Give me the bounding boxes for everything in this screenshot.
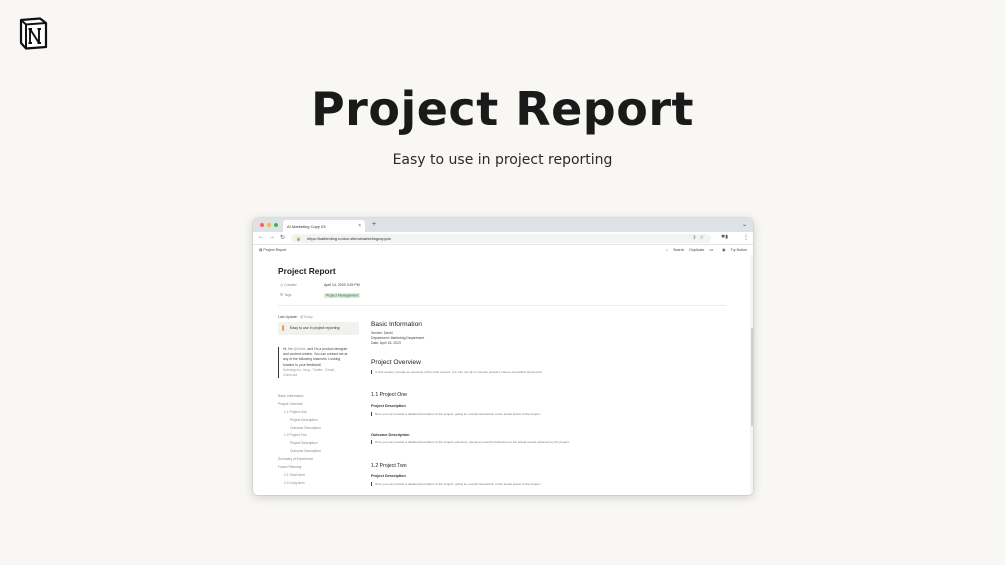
breadcrumb[interactable]: ▤ Project Report xyxy=(259,248,286,252)
tab-search-icon[interactable]: ⌄ xyxy=(742,221,747,228)
last-update-date[interactable]: @Today xyxy=(300,315,313,319)
author-mention[interactable]: @Kaibe xyxy=(293,347,305,351)
hero-title: Project Report xyxy=(310,82,695,136)
property-created: ◷ Created April 14, 2023 3:29 PM xyxy=(280,283,360,287)
reload-icon[interactable]: ↻ xyxy=(280,234,285,241)
tag-badge[interactable]: Project Management xyxy=(324,292,361,298)
search-icon: ⌕ xyxy=(665,248,668,252)
heading-project-two-description: Project Description xyxy=(371,474,406,478)
toc-item[interactable]: Project Overview xyxy=(278,402,321,410)
tab-close-icon[interactable]: × xyxy=(358,223,361,229)
notion-logo-icon xyxy=(19,17,48,50)
heading-project-overview: Project Overview xyxy=(371,359,421,366)
hero-subtitle: Easy to use in project reporting xyxy=(392,152,613,168)
toc-item[interactable]: 1.2 Project Two xyxy=(278,433,321,441)
toc-item[interactable]: 2.1 Short-term xyxy=(278,473,321,481)
heading-basic-information: Basic Information xyxy=(371,321,422,328)
page-title: Project Report xyxy=(278,266,336,276)
toc-item[interactable]: Basic Information xyxy=(278,394,321,402)
forward-icon[interactable]: → xyxy=(269,234,275,240)
heading-project-description: Project Description xyxy=(371,404,406,408)
heading-project-two: 1.2 Project Two xyxy=(371,463,407,469)
window-maximize-button[interactable] xyxy=(274,223,278,227)
notion-page: Project Report ◷ Created April 14, 2023 … xyxy=(253,255,753,495)
project-one-description-quote: Here you can provide a detailed descript… xyxy=(371,412,541,416)
toc-item[interactable]: 2.2 Long-term xyxy=(278,481,321,489)
tab-title: AI Marketing Copy 03 xyxy=(287,224,326,229)
browser-window: AI Marketing Copy 03 × + ⌄ ← → ↻ 🔒 https… xyxy=(253,218,753,495)
toc-item[interactable]: Outcome Description xyxy=(278,449,321,457)
divider xyxy=(278,305,726,306)
browser-tab-bar: AI Marketing Copy 03 × + ⌄ xyxy=(253,218,753,232)
scrollbar-thumb[interactable] xyxy=(751,328,753,426)
date-text: Date: April 16, 2023 xyxy=(371,341,401,345)
toc-item[interactable]: Summary of Experience xyxy=(278,457,321,465)
property-tags: ☰ Tags Project Management xyxy=(280,292,361,298)
author-links-2[interactable]: Gumroad xyxy=(283,373,297,377)
browser-menu-icon[interactable]: ⋮ xyxy=(743,234,749,241)
toc-item[interactable]: Project Description xyxy=(278,441,321,449)
toc-item[interactable]: Project Description xyxy=(278,418,321,426)
url-text: https://kaiblnding.notion.site/aimarketi… xyxy=(307,236,391,241)
try-notion-button[interactable]: ▣ Try Notion xyxy=(718,248,747,252)
lock-icon: 🔒 xyxy=(296,236,301,241)
new-tab-icon[interactable]: + xyxy=(372,221,376,228)
more-icon[interactable]: ••• xyxy=(709,248,713,252)
clock-icon: ◷ xyxy=(280,283,284,287)
notion-small-icon: ▣ xyxy=(722,248,726,252)
author-links[interactable]: Kaimingchu , blog , Twitter , Email , xyxy=(283,368,336,372)
url-input[interactable]: 🔒 https://kaiblnding.notion.site/aimarke… xyxy=(291,234,711,243)
author-quote: Hi, I'm @Kaibe, and I'm a product design… xyxy=(278,347,358,379)
search-button[interactable]: ⌕ Search xyxy=(662,248,684,252)
overview-quote: In this section, provide an overview of … xyxy=(371,370,543,374)
back-icon[interactable]: ← xyxy=(258,234,264,240)
window-minimize-button[interactable] xyxy=(267,223,271,227)
list-icon: ☰ xyxy=(280,293,284,297)
toc-item[interactable]: Future Planning xyxy=(278,465,321,473)
heading-project-one: 1.1 Project One xyxy=(371,392,408,398)
notion-topbar: ▤ Project Report ⌕ Search Duplicate ••• … xyxy=(253,245,753,255)
project-one-outcome-quote: Here you can provide a detailed descript… xyxy=(371,440,570,444)
last-update: Last Update: @Today xyxy=(278,315,313,319)
toc-item[interactable]: 1.1 Project One xyxy=(278,410,321,418)
callout: Easy to use in project reporting xyxy=(278,322,359,335)
callout-icon xyxy=(282,325,284,331)
duplicate-button[interactable]: Duplicate xyxy=(689,248,704,252)
share-bookmark-icons[interactable]: ⇪☆ xyxy=(692,235,707,241)
scrollbar[interactable] xyxy=(750,255,753,495)
address-bar-row: ← → ↻ 🔒 https://kaiblnding.notion.site/a… xyxy=(253,232,753,245)
heading-outcome-description: Outcome Description xyxy=(371,433,410,437)
project-two-description-quote: Here you can provide a detailed descript… xyxy=(371,482,541,486)
toc-item[interactable]: Outcome Description xyxy=(278,426,321,434)
browser-tab[interactable]: AI Marketing Copy 03 × xyxy=(283,220,365,232)
window-close-button[interactable] xyxy=(260,223,264,227)
table-of-contents: Basic Information Project Overview 1.1 P… xyxy=(278,394,321,489)
extensions-icon[interactable]: ✱▮ xyxy=(721,234,728,240)
